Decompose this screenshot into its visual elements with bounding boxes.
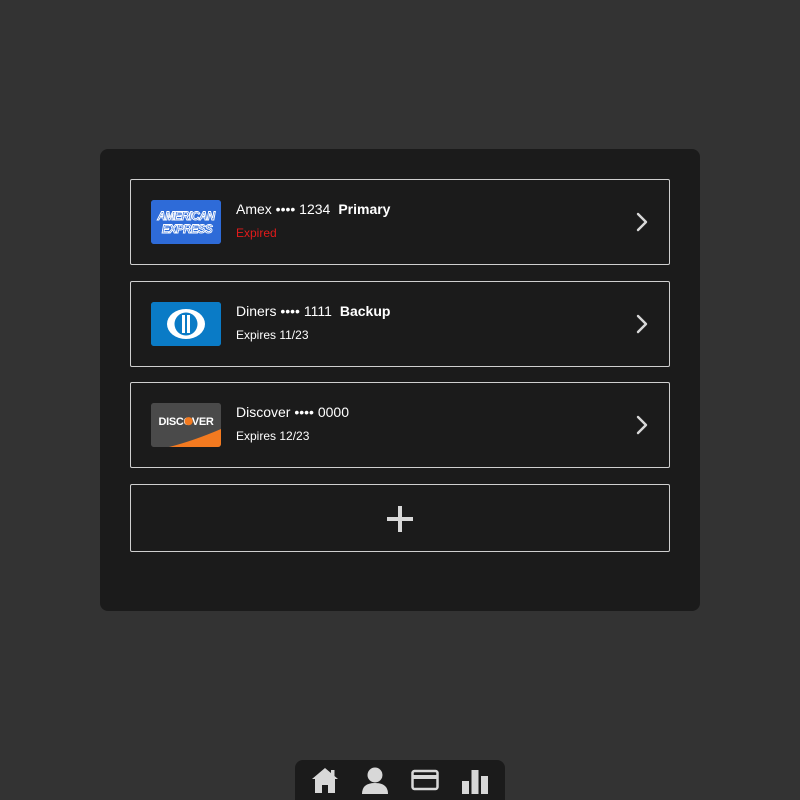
card-row-diners[interactable]: Diners •••• 1111 Backup Expires 11/23: [130, 281, 670, 367]
plus-icon: [387, 506, 413, 532]
chevron-right-icon[interactable]: [635, 212, 649, 232]
bar-chart-icon[interactable]: [460, 766, 490, 794]
add-card-button[interactable]: [130, 484, 670, 552]
bottom-nav: [295, 760, 505, 800]
diners-logo-icon: [151, 302, 221, 346]
card-status: Expires 11/23: [236, 328, 309, 342]
user-icon[interactable]: [360, 766, 390, 794]
chevron-right-icon[interactable]: [635, 314, 649, 334]
card-title: Amex •••• 1234 Primary: [236, 201, 390, 217]
card-label: Discover •••• 0000: [236, 404, 349, 420]
card-title: Discover •••• 0000: [236, 404, 349, 420]
card-status: Expired: [236, 226, 277, 240]
credit-card-icon[interactable]: [410, 766, 440, 794]
card-status: Expires 12/23: [236, 429, 310, 443]
home-icon[interactable]: [310, 766, 340, 794]
card-title: Diners •••• 1111 Backup: [236, 303, 390, 319]
card-tag: Backup: [339, 303, 391, 319]
card-tag: Primary: [338, 201, 391, 217]
chevron-right-icon[interactable]: [635, 415, 649, 435]
amex-logo-icon: AMERICAN EXPRESS: [151, 200, 221, 244]
card-row-amex[interactable]: AMERICAN EXPRESS Amex •••• 1234 Primary E…: [130, 179, 670, 265]
card-label: Amex •••• 1234: [236, 201, 331, 217]
card-label: Diners •••• 1111: [236, 303, 332, 319]
payment-methods-panel: AMERICAN EXPRESS Amex •••• 1234 Primary E…: [100, 149, 700, 611]
card-row-discover[interactable]: DISCOVER Discover •••• 0000 Expires 12/2…: [130, 382, 670, 468]
discover-logo-icon: DISCOVER: [151, 403, 221, 447]
amex-logo-line-2: EXPRESS: [162, 224, 213, 236]
amex-logo-line-1: AMERICAN: [156, 211, 215, 223]
